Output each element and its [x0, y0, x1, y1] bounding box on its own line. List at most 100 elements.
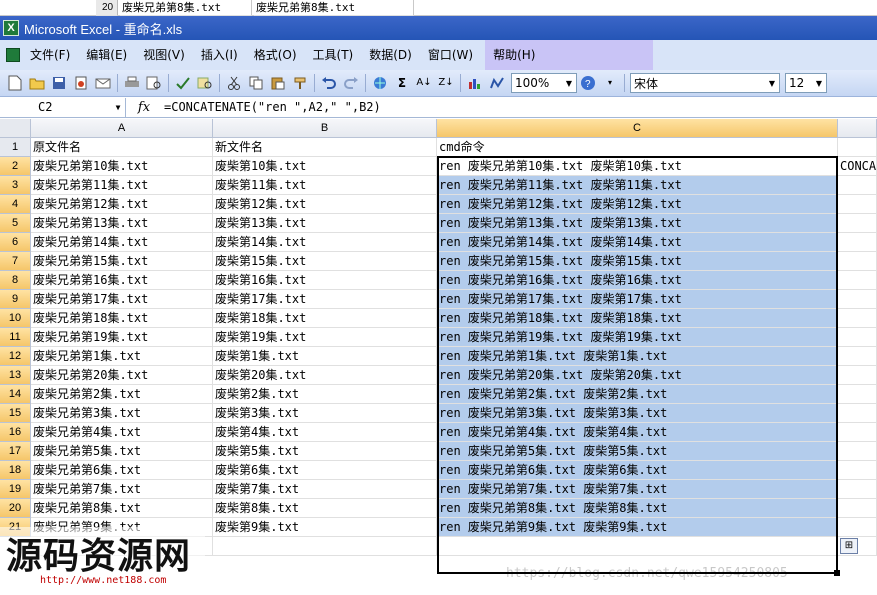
row-header[interactable]: 15	[0, 404, 31, 423]
header-cell-a[interactable]: 原文件名	[31, 138, 213, 157]
cell-b[interactable]: 废柴第8集.txt	[213, 499, 437, 518]
cell-a[interactable]: 废柴兄弟第12集.txt	[31, 195, 213, 214]
row-header[interactable]: 9	[0, 290, 31, 309]
help-icon[interactable]: ?	[579, 74, 597, 92]
cell-c[interactable]: ren 废柴兄弟第15集.txt 废柴第15集.txt	[437, 252, 838, 271]
sort-ascending-icon[interactable]: A↓	[415, 74, 433, 92]
cell-d[interactable]	[838, 423, 877, 442]
cell-c[interactable]: ren 废柴兄弟第11集.txt 废柴第11集.txt	[437, 176, 838, 195]
sort-descending-icon[interactable]: Z↓	[437, 74, 455, 92]
formula-input[interactable]: =CONCATENATE("ren ",A2," ",B2)	[162, 100, 381, 114]
auto-fill-options-icon[interactable]: ⊞	[840, 538, 858, 554]
cell-c[interactable]: ren 废柴兄弟第12集.txt 废柴第12集.txt	[437, 195, 838, 214]
cell-a[interactable]: 废柴兄弟第17集.txt	[31, 290, 213, 309]
toolbar-options-icon[interactable]: ▾	[601, 74, 619, 92]
cell-d[interactable]	[838, 499, 877, 518]
cell-b[interactable]: 废柴第10集.txt	[213, 157, 437, 176]
insert-function-icon[interactable]: fx	[126, 100, 162, 115]
cell-c[interactable]: ren 废柴兄弟第18集.txt 废柴第18集.txt	[437, 309, 838, 328]
cell-d[interactable]	[838, 404, 877, 423]
cell-b[interactable]: 废柴第9集.txt	[213, 518, 437, 537]
cell-d[interactable]	[838, 195, 877, 214]
chevron-down-icon[interactable]: ▼	[765, 79, 779, 88]
menu-tools[interactable]: 工具(T)	[305, 44, 362, 66]
format-painter-icon[interactable]	[291, 74, 309, 92]
cell-a[interactable]: 废柴兄弟第7集.txt	[31, 480, 213, 499]
row-header[interactable]: 7	[0, 252, 31, 271]
cell-a[interactable]: 废柴兄弟第4集.txt	[31, 423, 213, 442]
cell-a[interactable]: 废柴兄弟第3集.txt	[31, 404, 213, 423]
font-name-select[interactable]: 宋体 ▼	[630, 73, 780, 93]
cell-b[interactable]: 废柴第11集.txt	[213, 176, 437, 195]
row-header[interactable]: 3	[0, 176, 31, 195]
cell-a[interactable]: 废柴兄弟第1集.txt	[31, 347, 213, 366]
cell-b[interactable]: 废柴第1集.txt	[213, 347, 437, 366]
menu-help[interactable]: 帮助(H)	[485, 40, 654, 70]
font-size-select[interactable]: 12 ▼	[785, 73, 827, 93]
cell-c[interactable]: ren 废柴兄弟第19集.txt 废柴第19集.txt	[437, 328, 838, 347]
cell-c[interactable]: ren 废柴兄弟第14集.txt 废柴第14集.txt	[437, 233, 838, 252]
row-header[interactable]: 12	[0, 347, 31, 366]
column-header-d[interactable]	[838, 119, 877, 138]
cell-c[interactable]: ren 废柴兄弟第13集.txt 废柴第13集.txt	[437, 214, 838, 233]
undo-icon[interactable]	[320, 74, 338, 92]
cell-c[interactable]: ren 废柴兄弟第20集.txt 废柴第20集.txt	[437, 366, 838, 385]
row-header[interactable]: 10	[0, 309, 31, 328]
title-bar[interactable]: X Microsoft Excel - 重命名.xls	[0, 16, 877, 40]
empty-cell-b[interactable]	[213, 537, 437, 556]
row-header[interactable]: 19	[0, 480, 31, 499]
cell-a[interactable]: 废柴兄弟第11集.txt	[31, 176, 213, 195]
cell-d[interactable]	[838, 290, 877, 309]
cell-b[interactable]: 废柴第5集.txt	[213, 442, 437, 461]
cell-a[interactable]: 废柴兄弟第8集.txt	[31, 499, 213, 518]
cell-d[interactable]	[838, 461, 877, 480]
cell-b[interactable]: 废柴第18集.txt	[213, 309, 437, 328]
cell-c[interactable]: ren 废柴兄弟第7集.txt 废柴第7集.txt	[437, 480, 838, 499]
cell-a[interactable]: 废柴兄弟第19集.txt	[31, 328, 213, 347]
cell-b[interactable]: 废柴第20集.txt	[213, 366, 437, 385]
row-header[interactable]: 1	[0, 138, 31, 157]
row-header[interactable]: 8	[0, 271, 31, 290]
row-header[interactable]: 20	[0, 499, 31, 518]
menu-view[interactable]: 视图(V)	[135, 44, 193, 66]
menu-insert[interactable]: 插入(I)	[193, 44, 246, 66]
row-header[interactable]: 11	[0, 328, 31, 347]
cell-d[interactable]	[838, 385, 877, 404]
cell-b[interactable]: 废柴第2集.txt	[213, 385, 437, 404]
cell-a[interactable]: 废柴兄弟第14集.txt	[31, 233, 213, 252]
row-header[interactable]: 13	[0, 366, 31, 385]
cell-c[interactable]: ren 废柴兄弟第16集.txt 废柴第16集.txt	[437, 271, 838, 290]
cell-b[interactable]: 废柴第12集.txt	[213, 195, 437, 214]
cell-d[interactable]	[838, 252, 877, 271]
hyperlink-icon[interactable]	[371, 74, 389, 92]
name-box[interactable]: C2 ▼	[0, 97, 126, 117]
column-header-a[interactable]: A	[31, 119, 213, 138]
drawing-icon[interactable]	[488, 74, 506, 92]
zoom-select[interactable]: 100% ▼	[511, 73, 577, 93]
header-cell-d[interactable]	[838, 138, 877, 157]
fill-handle[interactable]	[834, 570, 840, 576]
open-icon[interactable]	[28, 74, 46, 92]
cell-c[interactable]: ren 废柴兄弟第4集.txt 废柴第4集.txt	[437, 423, 838, 442]
cell-b[interactable]: 废柴第17集.txt	[213, 290, 437, 309]
row-header[interactable]: 6	[0, 233, 31, 252]
cell-c[interactable]: ren 废柴兄弟第9集.txt 废柴第9集.txt	[437, 518, 838, 537]
email-icon[interactable]	[94, 74, 112, 92]
cell-c[interactable]: ren 废柴兄弟第2集.txt 废柴第2集.txt	[437, 385, 838, 404]
menu-data[interactable]: 数据(D)	[361, 44, 420, 66]
new-icon[interactable]	[6, 74, 24, 92]
print-icon[interactable]	[123, 74, 141, 92]
redo-icon[interactable]	[342, 74, 360, 92]
chart-wizard-icon[interactable]	[466, 74, 484, 92]
cell-a[interactable]: 废柴兄弟第20集.txt	[31, 366, 213, 385]
cell-c[interactable]: ren 废柴兄弟第3集.txt 废柴第3集.txt	[437, 404, 838, 423]
cell-b[interactable]: 废柴第15集.txt	[213, 252, 437, 271]
cell-d[interactable]	[838, 233, 877, 252]
cell-d[interactable]	[838, 176, 877, 195]
row-header[interactable]: 17	[0, 442, 31, 461]
save-icon[interactable]	[50, 74, 68, 92]
cell-a[interactable]: 废柴兄弟第10集.txt	[31, 157, 213, 176]
cell-d[interactable]	[838, 328, 877, 347]
row-header[interactable]: 2	[0, 157, 31, 176]
cell-d[interactable]	[838, 309, 877, 328]
